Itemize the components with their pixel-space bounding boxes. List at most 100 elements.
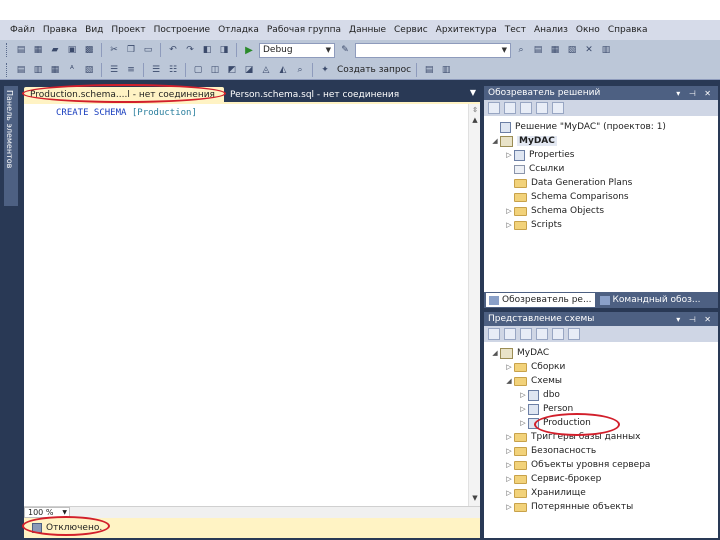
navigate-back-icon[interactable]: ◧ [200,43,214,57]
create-query-button[interactable]: Создать запрос [337,65,411,75]
tree-item[interactable]: ▷ Триггеры базы данных [484,430,718,444]
connect-icon[interactable]: ▤ [422,63,436,77]
view-designer-icon[interactable] [552,102,564,114]
bookmark-folder-icon[interactable]: ◪ [242,63,256,77]
expand-icon[interactable]: ▷ [504,447,514,455]
tab-dropdown-icon[interactable]: ▼ [470,88,476,97]
navigate-forward-icon[interactable]: ◨ [217,43,231,57]
collapse-icon[interactable]: ◢ [490,137,500,145]
expand-icon[interactable]: ▷ [504,363,514,371]
tab-solution-explorer[interactable]: Обозреватель ре... [486,293,595,307]
menu-item[interactable]: Данные [345,25,390,35]
start-debugging-icon[interactable]: ▶ [242,43,256,57]
tree-item[interactable]: Решение "MyDAC" (проектов: 1) [484,120,718,134]
schema-refresh-icon[interactable] [488,328,500,340]
expand-icon[interactable]: ▷ [504,207,514,215]
tab-production-schema[interactable]: Production.schema....l - нет соединения [24,87,224,102]
menu-item[interactable]: Справка [604,25,652,35]
solution-explorer-icon[interactable]: ▤ [531,43,545,57]
data-compare-icon[interactable]: ▥ [31,63,45,77]
toolbar-grip[interactable] [6,62,9,77]
toolbox-strip[interactable]: Панель элементов [4,86,18,206]
schema-dependencies-icon[interactable] [536,328,548,340]
scroll-up-icon[interactable]: ▲ [470,116,480,126]
tree-item[interactable]: ▷ dbo [484,388,718,402]
expand-icon[interactable]: ▷ [504,433,514,441]
refresh-icon[interactable] [520,102,532,114]
paste-icon[interactable]: ▭ [141,43,155,57]
menu-item[interactable]: Построение [150,25,215,35]
extensions-icon[interactable]: ▥ [599,43,613,57]
menu-item[interactable]: Рабочая группа [263,25,345,35]
schema-view-icon[interactable] [568,328,580,340]
tree-item[interactable]: ▷ Scripts [484,218,718,232]
show-all-files-icon[interactable] [504,102,516,114]
tree-item[interactable]: ▷ Безопасность [484,444,718,458]
tree-item[interactable]: ◢ Схемы [484,374,718,388]
new-query-icon[interactable]: ✦ [318,63,332,77]
undo-icon[interactable]: ↶ [166,43,180,57]
vertical-scrollbar[interactable]: ⇳ ▲ ▼ [468,104,480,508]
schema-compare-icon[interactable]: ▤ [14,63,28,77]
menu-item[interactable]: Сервис [390,25,432,35]
bookmark-icon[interactable]: ▢ [191,63,205,77]
expand-icon[interactable]: ▷ [504,489,514,497]
bookmark-next-icon[interactable]: ◩ [225,63,239,77]
tree-item[interactable]: ▷ Объекты уровня сервера [484,458,718,472]
copy-icon[interactable]: ❐ [124,43,138,57]
menu-item[interactable]: Архитектура [432,25,501,35]
expand-icon[interactable]: ▷ [518,391,528,399]
tab-team-explorer[interactable]: Командный обоз... [597,293,704,307]
add-item-icon[interactable]: ▦ [31,43,45,57]
expand-icon[interactable]: ▷ [504,475,514,483]
collapse-icon[interactable]: ◢ [490,349,500,357]
tree-item[interactable]: Ссылки [484,162,718,176]
split-icon[interactable]: ⇳ [470,106,480,116]
open-file-icon[interactable]: ▰ [48,43,62,57]
bookmark-list-icon[interactable]: ◭ [276,63,290,77]
menu-item[interactable]: Правка [39,25,81,35]
find-icon[interactable]: ⌕ [514,43,528,57]
menu-item[interactable]: Проект [107,25,149,35]
uncomment-icon[interactable]: ☷ [166,63,180,77]
save-all-icon[interactable]: ▩ [82,43,96,57]
disconnect-icon[interactable]: ▥ [439,63,453,77]
collapse-icon[interactable]: ◢ [504,377,514,385]
tree-item[interactable]: ▷ Потерянные объекты [484,500,718,514]
find-combo[interactable]: ▼ [355,42,511,58]
tree-item[interactable]: ◢ MyDAC [484,134,718,148]
menu-item[interactable]: Вид [81,25,107,35]
toolbox-icon[interactable]: ✕ [582,43,596,57]
tree-item[interactable]: Schema Comparisons [484,190,718,204]
bookmark-clear-icon[interactable]: ◬ [259,63,273,77]
tree-item[interactable]: ▷ Сервис-брокер [484,472,718,486]
schema-sort-icon[interactable] [520,328,532,340]
object-browser-icon[interactable]: ▧ [565,43,579,57]
sql-editor[interactable]: CREATE SCHEMA [Production] ⇳ ▲ ▼ 100 % ▼ [24,102,480,518]
bookmark-prev-icon[interactable]: ◫ [208,63,222,77]
menu-item[interactable]: Анализ [530,25,572,35]
menu-item[interactable]: Файл [6,25,39,35]
solution-configuration-select[interactable]: Debug ▼ [259,42,335,58]
layout-icon[interactable]: ▧ [82,63,96,77]
menu-item[interactable]: Тест [501,25,530,35]
format-icon[interactable]: ᴬ [65,63,79,77]
schema-filter-icon[interactable] [504,328,516,340]
tree-item[interactable]: ▷ Сборки [484,360,718,374]
tree-item[interactable]: ▷ Properties [484,148,718,162]
tree-item[interactable]: ▷ Production [484,416,718,430]
toolbar-grip[interactable] [6,43,9,57]
tree-item[interactable]: ◢ MyDAC [484,346,718,360]
expand-icon[interactable]: ▷ [504,221,514,229]
tree-item[interactable]: Data Generation Plans [484,176,718,190]
expand-icon[interactable]: ▷ [504,151,514,159]
expand-icon[interactable]: ▷ [504,503,514,511]
indent-icon[interactable]: ☰ [107,63,121,77]
expand-icon[interactable]: ▷ [518,405,528,413]
find-in-files-icon[interactable]: ✎ [338,43,352,57]
tab-person-schema[interactable]: Person.schema.sql - нет соединения [224,87,404,102]
schema-properties-icon[interactable] [552,328,564,340]
tree-item[interactable]: ▷ Person [484,402,718,416]
cut-icon[interactable]: ✂ [107,43,121,57]
transact-sql-icon[interactable]: ▦ [48,63,62,77]
